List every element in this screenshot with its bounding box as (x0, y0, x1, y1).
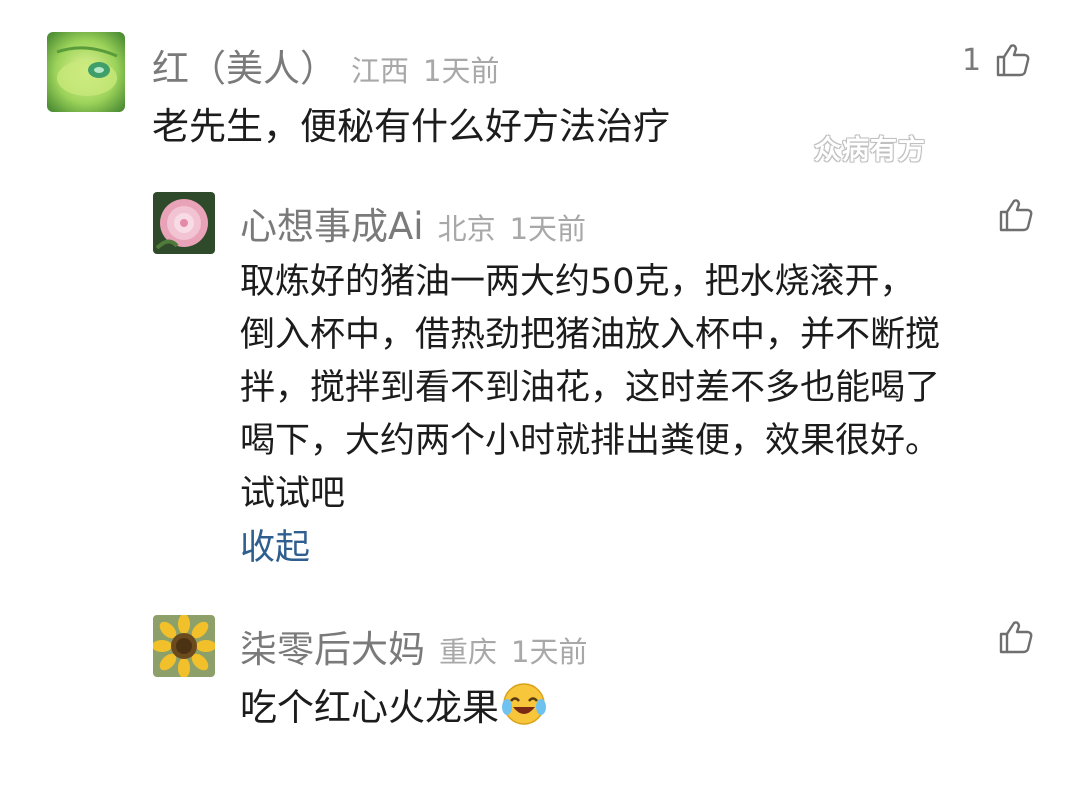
commenter-name[interactable]: 柒零后大妈 (240, 619, 425, 673)
comment-text: 吃个红心火龙果 (240, 677, 547, 731)
comment-time: 1天前 (511, 635, 588, 669)
comment-text-content: 吃个红心火龙果 (240, 686, 499, 729)
comment-location: 重庆 (439, 635, 498, 669)
laughing-crying-emoji-icon (502, 683, 546, 725)
avatar[interactable] (153, 615, 215, 677)
reply-item: 柒零后大妈 重庆 1天前 吃个红心火龙果 (0, 0, 1080, 788)
sunflower-avatar-icon (153, 615, 215, 677)
comment-meta: 重庆 1天前 (439, 629, 587, 671)
like-button[interactable] (998, 619, 1034, 655)
thumbs-up-icon (999, 621, 1033, 654)
